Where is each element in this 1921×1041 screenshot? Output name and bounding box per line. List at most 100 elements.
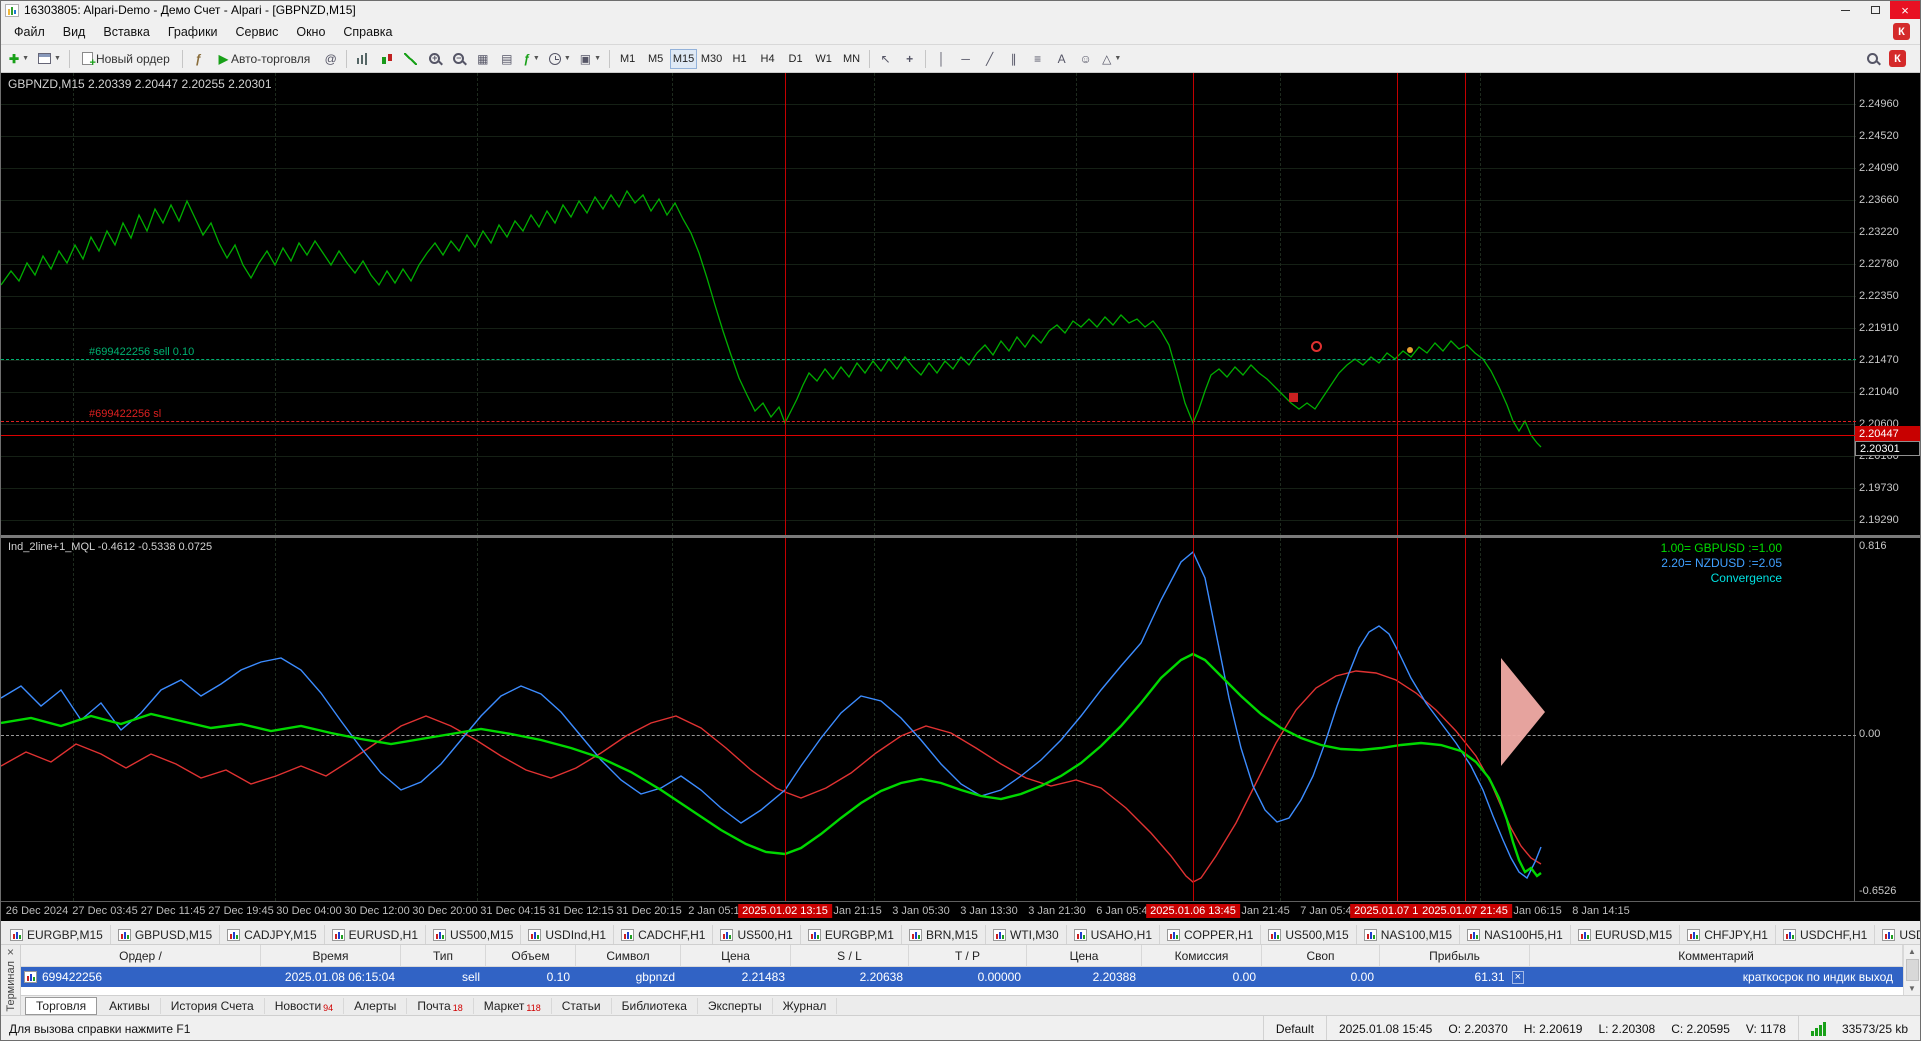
chart-region[interactable]: #699422256 sell 0.10 #699422256 sl GBPNZ… [1,73,1920,921]
timeframe-button[interactable]: H4 [754,49,781,69]
chart-tab[interactable]: CADJPY,M15 [220,925,325,944]
chart-tab[interactable]: COPPER,H1 [1160,925,1262,944]
terminal-tab[interactable]: Маркет 118 [474,997,552,1014]
cascade-windows-button[interactable]: ▤ [495,48,518,70]
horizontal-line-button[interactable]: ─ [954,48,977,70]
terminal-close-icon[interactable]: × [7,946,14,958]
menu-item[interactable]: Файл [5,21,54,43]
terminal-tab[interactable]: Алерты [344,997,408,1014]
chart-tab[interactable]: WTI,M30 [986,925,1067,944]
column-header[interactable]: Ордер / [21,945,261,966]
column-header[interactable]: Комментарий [1530,945,1903,966]
chart-tab[interactable]: NAS100H5,H1 [1460,925,1571,944]
indicator-plot[interactable]: Ind_2line+1_MQL -0.4612 -0.5338 0.0725 1… [1,538,1856,901]
vertical-line-button[interactable]: │ [930,48,953,70]
vertical-red-line[interactable] [1193,73,1194,901]
timeframe-button[interactable]: H1 [726,49,753,69]
chart-profiles-button[interactable]: ▼ [34,48,65,70]
open-order-line[interactable]: #699422256 sell 0.10 [1,346,1856,360]
bar-chart-button[interactable] [351,48,374,70]
column-header[interactable]: S / L [791,945,909,966]
chart-tab[interactable]: BRN,M15 [902,925,986,944]
column-header[interactable]: Своп [1262,945,1380,966]
autotrade-button[interactable]: ▶ Авто-торговля [211,48,318,70]
chart-tab[interactable]: NAS100,M15 [1357,925,1461,944]
chart-tab[interactable]: EURGBP,M1 [801,925,902,944]
column-header[interactable]: Время [261,945,401,966]
menu-item[interactable]: Вставка [94,21,158,43]
price-plot[interactable]: #699422256 sell 0.10 #699422256 sl GBPNZ… [1,73,1856,535]
pane-splitter[interactable] [1,535,1920,538]
vertical-red-line[interactable] [785,73,786,901]
terminal-scrollbar[interactable]: ▲ ▼ [1903,945,1920,995]
column-header[interactable]: Цена [1027,945,1142,966]
column-header[interactable]: Тип [401,945,486,966]
chart-tab[interactable]: CHFJPY,H1 [1680,925,1776,944]
terminal-tab[interactable]: Библиотека [612,997,698,1014]
column-header[interactable]: Прибыль [1380,945,1530,966]
time-axis[interactable]: 26 Dec 2024 27 Dec 03:45 27 Dec 11:45 27 De… [1,901,1920,921]
minimize-button[interactable] [1830,1,1860,19]
trendline-button[interactable]: ╱ [978,48,1001,70]
tile-windows-button[interactable]: ▦ [471,48,494,70]
timeframe-button[interactable]: M15 [670,48,698,69]
timeframe-button[interactable]: M30 [698,49,725,69]
chart-tab[interactable]: EURUSD,H1 [325,925,427,944]
arrows-tool-button[interactable]: ☺ [1074,48,1097,70]
terminal-tab[interactable]: Журнал [773,997,838,1014]
chart-tab[interactable]: USAHO,H1 [1067,925,1160,944]
terminal-tab[interactable]: История Счета [161,997,265,1014]
chart-tab[interactable]: USDCHF,H1 [1776,925,1876,944]
main-price-pane[interactable]: #699422256 sell 0.10 #699422256 sl GBPNZ… [1,73,1920,535]
column-header[interactable]: Комиссия [1142,945,1262,966]
column-header[interactable]: T / P [909,945,1027,966]
periods-button[interactable]: ▼ [545,48,575,70]
candlestick-button[interactable] [375,48,398,70]
scroll-up-icon[interactable]: ▲ [1908,945,1916,958]
indicator-pane[interactable]: Ind_2line+1_MQL -0.4612 -0.5338 0.0725 1… [1,538,1920,901]
close-order-icon[interactable]: × [1511,970,1524,984]
vertical-red-line[interactable] [1465,73,1466,901]
stop-loss-line[interactable]: #699422256 sl [1,408,1856,422]
column-header[interactable]: Символ [576,945,681,966]
timeframe-button[interactable]: W1 [810,49,837,69]
zoom-out-button[interactable]: − [447,48,470,70]
chart-tab[interactable]: USDInd,H1 [521,925,615,944]
chart-tab[interactable]: CADCHF,H1 [614,925,714,944]
menu-item[interactable]: Справка [334,21,401,43]
terminal-tab[interactable]: Активы [99,997,161,1014]
text-tool-button[interactable]: A [1050,48,1073,70]
terminal-tab[interactable]: Эксперты [698,997,773,1014]
column-header[interactable]: Цена [681,945,791,966]
timeframe-button[interactable]: D1 [782,49,809,69]
chart-tab[interactable]: US500,M15 [426,925,522,944]
news-button[interactable]: @ [319,48,342,70]
new-order-button[interactable]: Новый ордер [74,48,178,70]
terminal-tab[interactable]: Торговля [25,996,98,1015]
community-toolbar-button[interactable]: К [1885,48,1916,70]
channel-button[interactable]: ∥ [1002,48,1025,70]
scrollbar-thumb[interactable] [1905,959,1919,981]
expert-advisors-button[interactable]: ƒ [187,48,210,70]
timeframe-button[interactable]: M5 [642,49,669,69]
scroll-down-icon[interactable]: ▼ [1908,982,1916,995]
timeframe-button[interactable]: M1 [614,49,641,69]
menu-item[interactable]: Вид [54,21,95,43]
chart-tab[interactable]: EURGBP,M15 [3,925,111,944]
order-row[interactable]: 699422256 2025.01.08 06:15:04 sell 0.10 … [21,967,1903,987]
menu-item[interactable]: Сервис [227,21,288,43]
menu-item[interactable]: Графики [159,21,227,43]
indicator-scale[interactable]: 0.816 0.00 -0.6526 [1854,538,1920,901]
indicators-button[interactable]: ƒ ▼ [519,48,544,70]
community-icon[interactable]: К [1893,23,1910,40]
crosshair-button[interactable]: + [898,48,921,70]
chart-tab[interactable]: EURUSD,M15 [1571,925,1681,944]
line-chart-button[interactable] [399,48,422,70]
zoom-in-button[interactable]: + [423,48,446,70]
column-header[interactable]: Объем [486,945,576,966]
shapes-button[interactable]: △ ▼ [1098,48,1125,70]
chart-tab[interactable]: US500,M15 [1261,925,1357,944]
maximize-button[interactable] [1860,1,1890,19]
templates-button[interactable]: ▣ ▼ [576,48,605,70]
chart-tab[interactable]: US500,H1 [713,925,801,944]
